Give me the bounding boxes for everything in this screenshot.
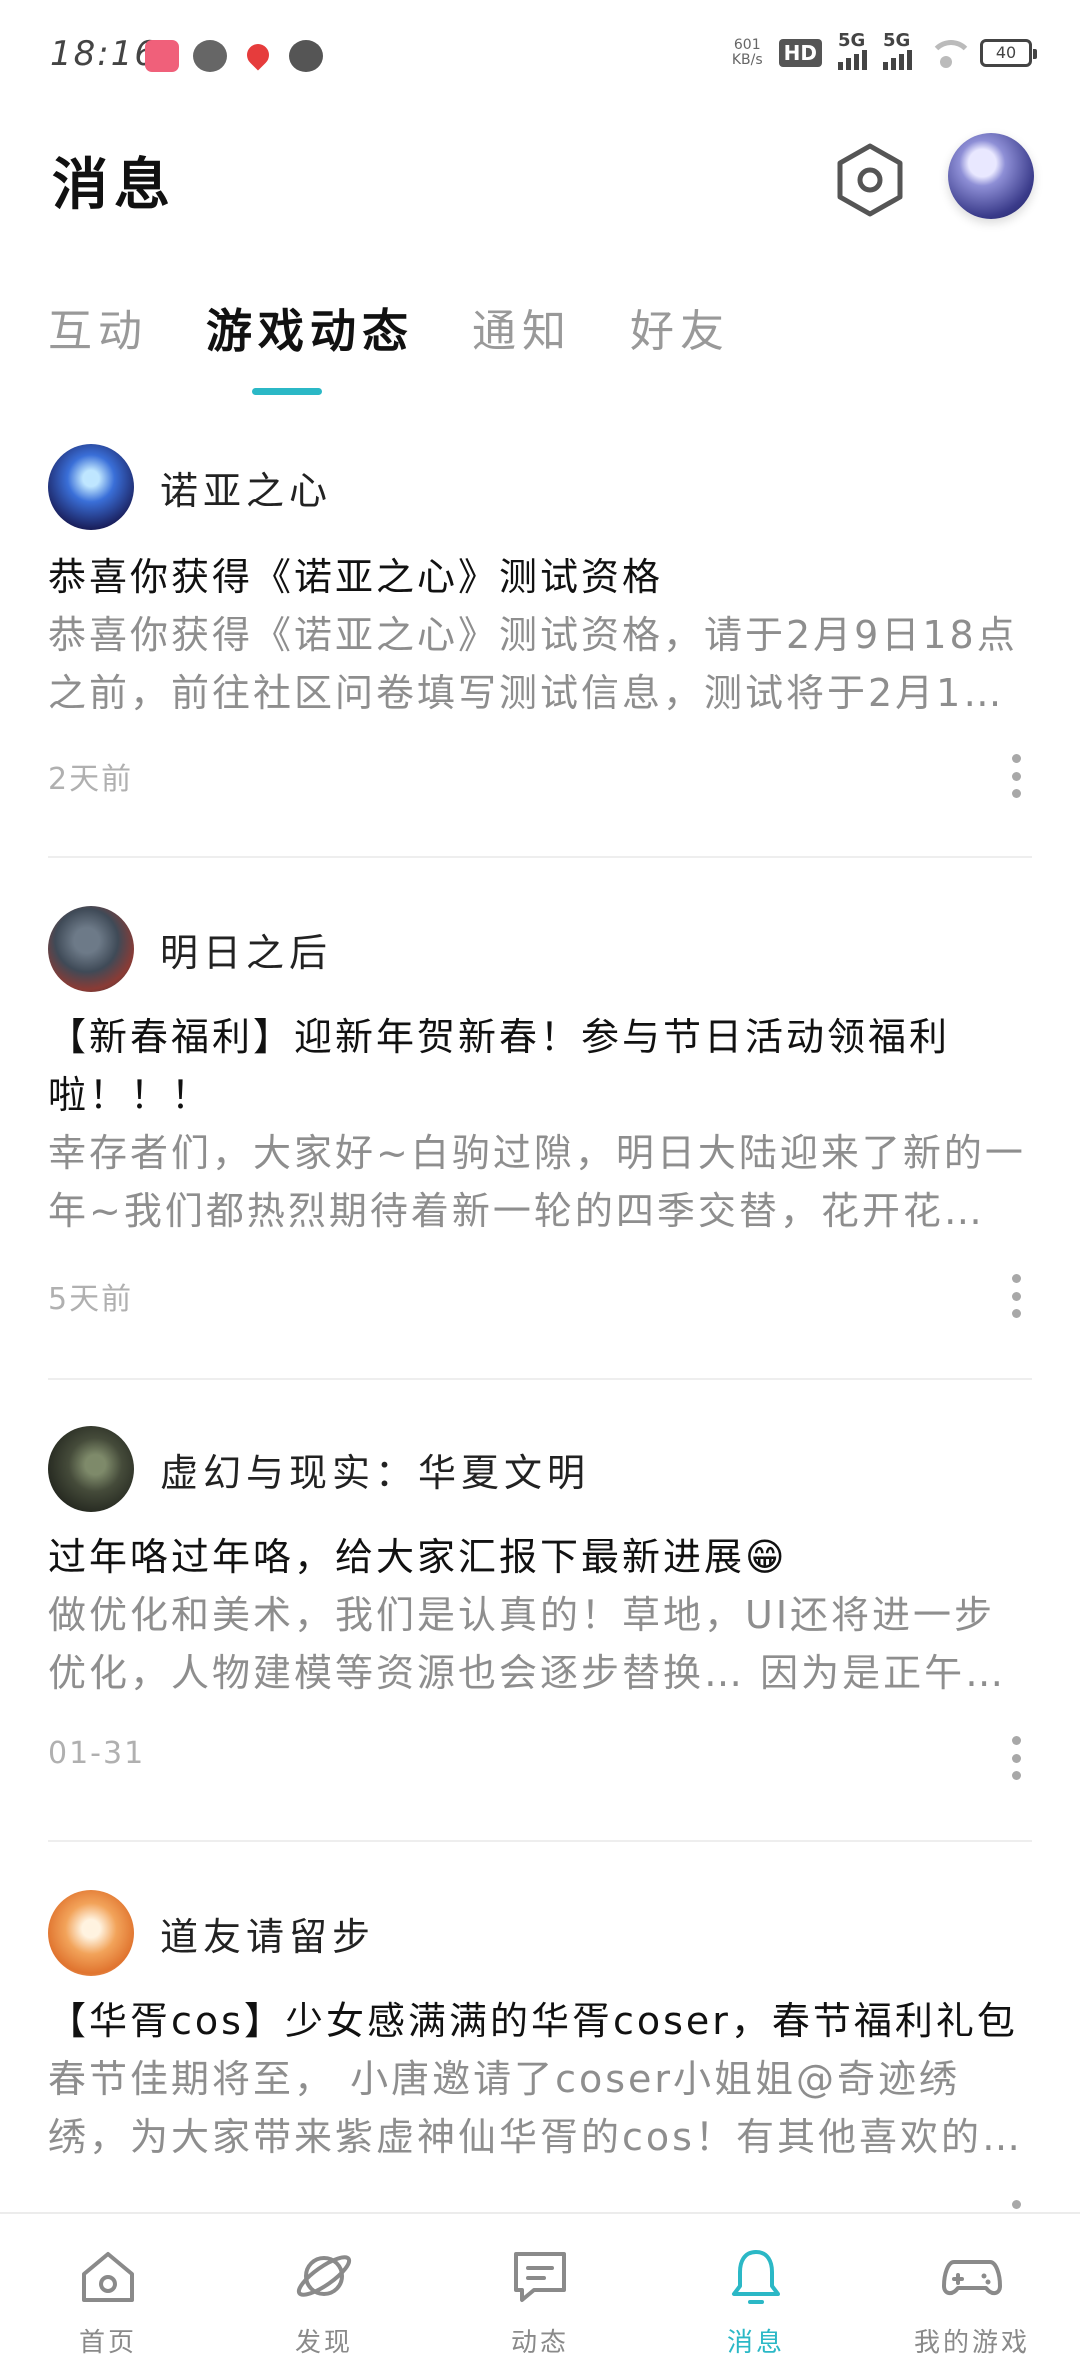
- post-time: 2天前: [48, 762, 134, 797]
- list-item[interactable]: 诺亚之心 恭喜你获得《诺亚之心》测试资格 恭喜你获得《诺亚之心》测试资格，请于2…: [48, 430, 1032, 858]
- notification-icons: [145, 39, 323, 72]
- post-summary: 恭喜你获得《诺亚之心》测试资格，请于2月9日18点之前，前往社区问卷填写测试信息…: [48, 613, 1018, 715]
- status-right: 601 KB/s HD 5G 5G 40: [732, 30, 1037, 70]
- status-bar: 18:16 601 KB/s HD 5G 5G 40: [0, 0, 1080, 110]
- bottom-navigation: 首页 发现 动态 消息 我的游戏: [0, 2212, 1080, 2376]
- game-name[interactable]: 诺亚之心: [160, 460, 332, 515]
- nav-item-feed[interactable]: 动态: [432, 2214, 648, 2376]
- more-options-button[interactable]: [1006, 1736, 1026, 1780]
- post-title: 【新春福利】迎新年贺新春！参与节日活动领福利啦！！！: [48, 1015, 951, 1117]
- bilibili-notification-icon: [145, 40, 179, 72]
- settings-button[interactable]: [830, 140, 910, 220]
- game-name[interactable]: 虚幻与现实：华夏文明: [160, 1442, 590, 1497]
- game-avatar[interactable]: [48, 444, 134, 530]
- chat-bubble-notification-icon: [289, 40, 323, 72]
- planet-icon: [296, 2255, 352, 2297]
- nav-label: 动态: [510, 2328, 569, 2358]
- gear-icon: [837, 143, 903, 217]
- network-speed-value: 601: [733, 37, 761, 53]
- active-tab-indicator: [252, 388, 322, 395]
- sim2-label: 5G: [883, 30, 911, 51]
- wechat-notification-icon: [193, 40, 227, 72]
- nav-item-discover[interactable]: 发现: [216, 2214, 432, 2376]
- tab-notifications[interactable]: 通知: [472, 295, 572, 361]
- nav-label: 首页: [78, 2328, 137, 2358]
- network-speed: 601 KB/s: [732, 38, 763, 68]
- post-time: 01-31: [48, 1736, 146, 1771]
- status-time: 18:16: [50, 34, 158, 74]
- post-summary: 幸存者们，大家好~白驹过隙，明日大陆迎来了新的一年~我们都热烈期待着新一轮的四季…: [48, 1131, 1026, 1233]
- game-name[interactable]: 明日之后: [160, 922, 332, 977]
- nav-item-messages[interactable]: 消息: [648, 2214, 864, 2376]
- message-square-icon: [514, 2252, 566, 2302]
- post-summary: 做优化和美术，我们是认真的！草地，UI还将进一步优化，人物建模等资源也会逐步替换…: [48, 1593, 1007, 1695]
- bell-icon: [732, 2250, 780, 2304]
- list-item[interactable]: 明日之后 【新春福利】迎新年贺新春！参与节日活动领福利啦！！！ 幸存者们，大家好…: [48, 858, 1032, 1380]
- wifi-icon: [928, 40, 974, 68]
- hd-voice-icon: HD: [778, 39, 822, 67]
- nav-label: 我的游戏: [913, 2328, 1030, 2358]
- home-icon: [82, 2252, 134, 2302]
- sim1-label: 5G: [838, 30, 866, 51]
- more-options-button[interactable]: [1006, 754, 1026, 798]
- nav-item-home[interactable]: 首页: [0, 2214, 216, 2376]
- tab-interaction[interactable]: 互动: [48, 295, 148, 361]
- tab-bar: 互动 游戏动态 通知 好友: [48, 295, 788, 361]
- tab-game-news[interactable]: 游戏动态: [206, 295, 414, 361]
- sim1-signal-icon: 5G: [838, 30, 867, 70]
- game-avatar[interactable]: [48, 1890, 134, 1976]
- post-summary: 春节佳期将至， 小唐邀请了coser小姐姐@奇迹绣绣，为大家带来紫虚神仙华胥的c…: [48, 2057, 982, 2159]
- user-avatar[interactable]: [948, 133, 1034, 219]
- post-title: 过年咯过年咯，给大家汇报下最新进展😁: [48, 1535, 788, 1579]
- sim2-signal-icon: 5G: [883, 30, 912, 70]
- nav-item-my-games[interactable]: 我的游戏: [864, 2214, 1080, 2376]
- game-name[interactable]: 道友请留步: [160, 1906, 375, 1961]
- nav-label: 消息: [726, 2328, 785, 2358]
- post-title: 【华胥cos】少女感满满的华胥coser，春节福利礼包: [48, 1999, 1018, 2043]
- post-time: 5天前: [48, 1282, 134, 1317]
- network-speed-unit: KB/s: [731, 52, 763, 68]
- map-pin-notification-icon: [242, 39, 274, 71]
- screen: 18:16 601 KB/s HD 5G 5G 40 消息 互动 游戏动态 通知…: [0, 0, 1080, 2376]
- page-title: 消息: [52, 153, 176, 218]
- list-item[interactable]: 虚幻与现实：华夏文明 过年咯过年咯，给大家汇报下最新进展😁 做优化和美术，我们是…: [48, 1380, 1032, 1842]
- battery-icon: 40: [980, 39, 1037, 67]
- nav-label: 发现: [294, 2328, 353, 2358]
- game-avatar[interactable]: [48, 1426, 134, 1512]
- post-title: 恭喜你获得《诺亚之心》测试资格: [48, 555, 664, 599]
- game-avatar[interactable]: [48, 906, 134, 992]
- more-options-button[interactable]: [1006, 1274, 1026, 1318]
- game-news-feed: 诺亚之心 恭喜你获得《诺亚之心》测试资格 恭喜你获得《诺亚之心》测试资格，请于2…: [0, 430, 1080, 2302]
- tab-friends[interactable]: 好友: [630, 295, 730, 361]
- gamepad-icon: [942, 2260, 1002, 2295]
